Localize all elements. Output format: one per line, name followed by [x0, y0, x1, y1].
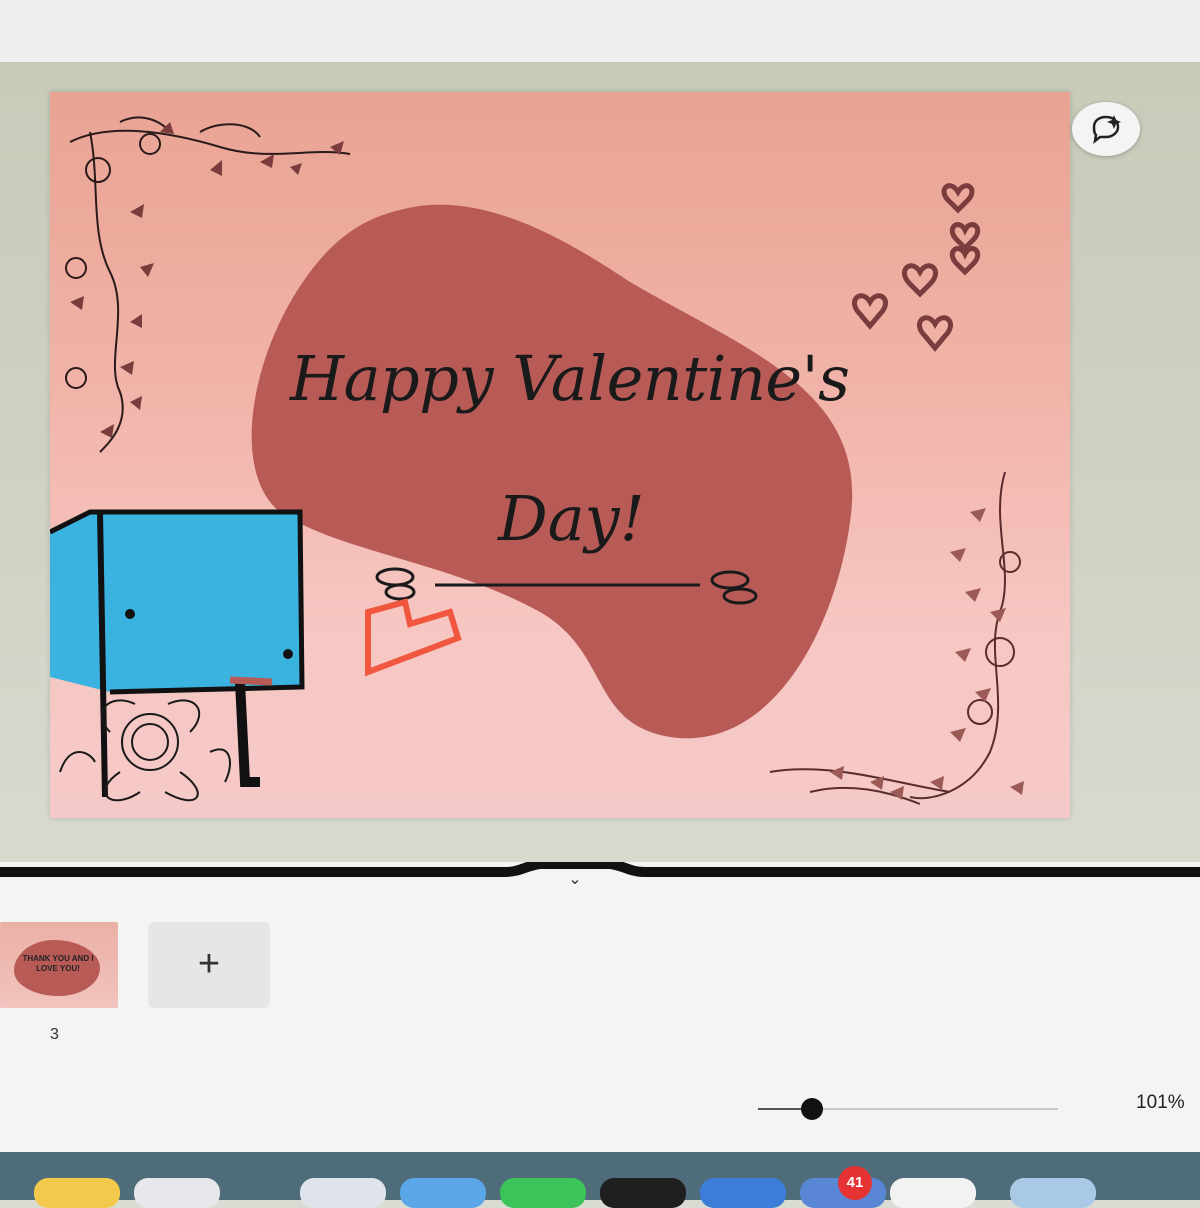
notification-badge: 41 — [838, 1166, 872, 1200]
files-icon[interactable] — [400, 1178, 486, 1208]
heading-line-2: Day! — [497, 482, 645, 555]
blob-shape — [251, 204, 853, 739]
freeform-icon[interactable] — [890, 1178, 976, 1208]
top-strip — [0, 0, 1200, 62]
design-canvas[interactable]: Happy Valentine's Day! — [50, 92, 1070, 818]
hearts-cluster — [852, 183, 981, 352]
app-icon[interactable] — [700, 1178, 786, 1208]
zoom-level[interactable]: 101% — [1136, 1092, 1185, 1114]
finder-icon[interactable] — [1010, 1178, 1096, 1208]
thumbnail-text: THANK YOU AND I LOVE YOU! — [22, 954, 94, 973]
music-icon[interactable] — [600, 1178, 686, 1208]
pages-icon[interactable] — [300, 1178, 386, 1208]
chevron-down-icon[interactable]: ⌄ — [562, 870, 588, 890]
heading-line-1: Happy Valentine's — [289, 342, 850, 415]
sparkle-comment-icon — [1092, 115, 1121, 145]
rose-illustration — [59, 699, 231, 802]
zoom-slider-knob[interactable] — [801, 1098, 823, 1120]
page-number: 3 — [50, 1026, 59, 1043]
add-page-button[interactable]: + — [148, 922, 270, 1008]
red-sketch-shape — [365, 598, 462, 677]
safari-icon[interactable] — [134, 1178, 220, 1208]
whatsapp-icon[interactable] — [500, 1178, 586, 1208]
panel-divider — [0, 862, 1200, 877]
page-thumbnail[interactable]: THANK YOU AND I LOVE YOU! — [0, 922, 118, 1008]
notes-icon[interactable] — [34, 1178, 120, 1208]
magic-comment-button[interactable] — [1072, 102, 1140, 156]
